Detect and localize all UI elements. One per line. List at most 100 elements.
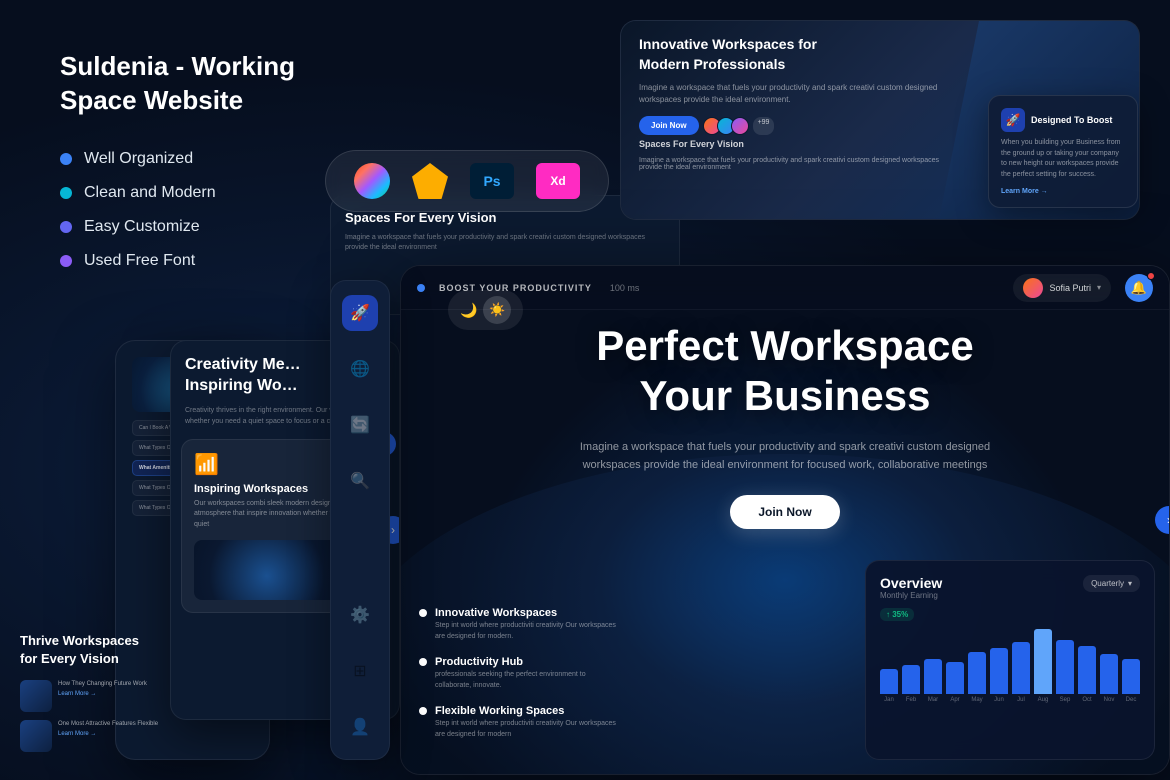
notification-badge: [1147, 272, 1155, 280]
bar-label: Jan: [884, 697, 894, 703]
growth-badge: ↑ 35%: [880, 608, 914, 621]
join-now-button[interactable]: Join Now: [639, 116, 699, 135]
blog-item-2: One Most Attractive Features Flexible Le…: [20, 720, 175, 752]
bar-item: May: [968, 652, 986, 703]
overview-header: Overview Monthly Earning Quarterly ▾: [880, 575, 1140, 600]
sidebar-rocket-icon[interactable]: 🚀: [342, 295, 378, 331]
blog-text-1: How They Changing Future Work: [58, 680, 147, 689]
banner2-title: Spaces For Every Vision: [345, 210, 665, 227]
sidebar-refresh-icon[interactable]: 🔄: [342, 407, 378, 443]
left-panel: Suldenia - Working Space Website Well Or…: [60, 50, 340, 270]
feat-dot-2: [419, 658, 427, 666]
feature-label-2: Clean and Modern: [84, 184, 216, 202]
bottom-blog-card: Thrive Workspacesfor Every Vision How Th…: [20, 632, 175, 760]
bar-label: Mar: [928, 697, 938, 703]
bar-column: [902, 665, 920, 694]
figma-icon: [354, 163, 390, 199]
blog-text-group-2: One Most Attractive Features Flexible Le…: [58, 720, 158, 737]
bar-column: [924, 659, 942, 694]
tools-bar: Ps Xd: [325, 150, 609, 212]
blog-text-group-1: How They Changing Future Work Learn More…: [58, 680, 147, 697]
status-dot: [417, 284, 425, 292]
bullet-3: [60, 221, 72, 233]
feat-dot-3: [419, 707, 427, 715]
rocket-icon: 🚀: [1001, 108, 1025, 132]
bar-label: Apr: [950, 697, 959, 703]
bar-label: Sep: [1060, 697, 1071, 703]
sidebar-grid-icon[interactable]: ⊞: [342, 653, 378, 689]
light-mode-icon: ☀️: [483, 296, 511, 324]
overview-title: Overview: [880, 575, 942, 591]
theme-toggle[interactable]: 🌙 ☀️: [448, 290, 523, 330]
feat-desc-1: Step int world where productiviti creati…: [435, 621, 619, 642]
bar-label: Jul: [1017, 697, 1025, 703]
sidebar-nav-card: 🚀 🌐 🔄 🔍 ⚙️ ⊞ 👤: [330, 280, 390, 760]
main-title: Suldenia - Working Space Website: [60, 50, 340, 118]
spaces-vision-label: Spaces For Every Vision: [639, 139, 959, 149]
designed-to-boost-card: 🚀 Designed To Boost When you building yo…: [988, 95, 1138, 208]
feat-dot-1: [419, 609, 427, 617]
blog-thumb-2: [20, 720, 52, 752]
feature-label-3: Easy Customize: [84, 218, 200, 236]
bar-column: [946, 662, 964, 694]
bar-item: Apr: [946, 662, 964, 703]
bar-column: [1078, 646, 1096, 694]
feat-item-1: Innovative Workspaces Step int world whe…: [419, 607, 619, 642]
bar-label: May: [971, 697, 982, 703]
feat-desc-2: professionals seeking the perfect enviro…: [435, 670, 619, 691]
bar-item: Jun: [990, 648, 1008, 703]
bar-item: Jan: [880, 669, 898, 703]
quarterly-select[interactable]: Quarterly ▾: [1083, 575, 1140, 592]
bar-label: Oct: [1082, 697, 1091, 703]
notification-button[interactable]: 🔔: [1125, 274, 1153, 302]
feature-list: Well Organized Clean and Modern Easy Cus…: [60, 150, 340, 270]
bar-item: Jul: [1012, 642, 1030, 703]
preview-content: Innovative Workspaces forModern Professi…: [639, 35, 959, 171]
quarterly-label: Quarterly: [1091, 579, 1124, 588]
bar-column: [880, 669, 898, 694]
hero-content: Perfect WorkspaceYour Business Imagine a…: [401, 321, 1169, 529]
bar-label: Feb: [906, 697, 916, 703]
blog-link-2[interactable]: Learn More →: [58, 731, 158, 737]
bullet-1: [60, 153, 72, 165]
hero-title: Perfect WorkspaceYour Business: [441, 321, 1129, 422]
bar-item: Aug: [1034, 629, 1052, 703]
features-column: Innovative Workspaces Step int world whe…: [419, 607, 619, 754]
hero-desc: Imagine a workspace that fuels your prod…: [575, 438, 995, 475]
photoshop-icon: Ps: [470, 163, 514, 199]
user-info-bar[interactable]: Sofia Putri ▾: [1013, 274, 1111, 302]
feature-item-2: Clean and Modern: [60, 184, 340, 202]
dropdown-icon: ▾: [1097, 283, 1101, 292]
overview-subtitle: Monthly Earning: [880, 591, 942, 600]
bullet-4: [60, 255, 72, 267]
learn-more-link[interactable]: Learn More →: [1001, 188, 1125, 195]
main-center-card: BOOST YOUR PRODUCTIVITY 100 ms Sofia Put…: [400, 265, 1170, 775]
xd-icon: Xd: [536, 163, 580, 199]
user-avatar: [1023, 278, 1043, 298]
feat-item-2: Productivity Hub professionals seeking t…: [419, 656, 619, 691]
feature-item-4: Used Free Font: [60, 252, 340, 270]
feature-item-1: Well Organized: [60, 150, 340, 168]
bar-label: Jun: [994, 697, 1004, 703]
feat-text-2: Productivity Hub professionals seeking t…: [435, 656, 619, 691]
bar-label: Nov: [1104, 697, 1115, 703]
designed-card-body: When you building your Business from the…: [1001, 138, 1125, 180]
designed-card-title: Designed To Boost: [1031, 115, 1112, 125]
blog-link-1[interactable]: Learn More →: [58, 691, 147, 697]
preview-main-title: Innovative Workspaces forModern Professi…: [639, 35, 959, 74]
bar-item: Mar: [924, 659, 942, 703]
feat-text-3: Flexible Working Spaces Step int world w…: [435, 705, 619, 740]
hero-join-button[interactable]: Join Now: [730, 495, 839, 529]
sidebar-globe-icon[interactable]: 🌐: [342, 351, 378, 387]
sidebar-user-icon[interactable]: 👤: [342, 709, 378, 745]
bar-column: [968, 652, 986, 694]
sidebar-search-icon[interactable]: 🔍: [342, 463, 378, 499]
bar-item: Oct: [1078, 646, 1096, 703]
card-icon-row: 🚀 Designed To Boost: [1001, 108, 1125, 132]
overview-title-group: Overview Monthly Earning: [880, 575, 942, 600]
preview-cta-row: Join Now +99: [639, 116, 959, 135]
dark-mode-icon: 🌙: [460, 302, 477, 319]
avatar-group: +99: [707, 117, 775, 135]
sidebar-settings-icon[interactable]: ⚙️: [342, 597, 378, 633]
bar-column: [1122, 659, 1140, 694]
